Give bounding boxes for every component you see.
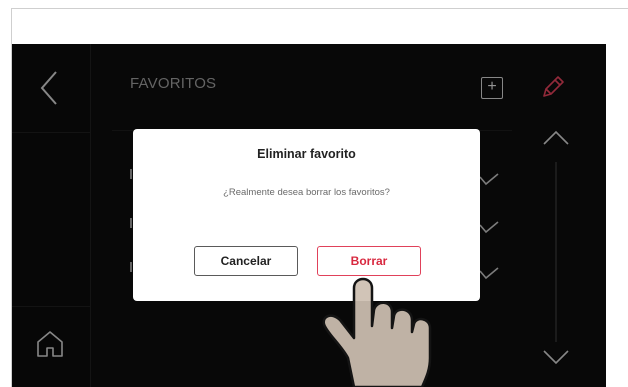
cancel-button[interactable]: Cancelar — [194, 246, 298, 276]
dialog-message: ¿Realmente desea borrar los favoritos? — [223, 187, 390, 198]
pointing-hand-illustration — [322, 277, 432, 387]
dialog-title: Eliminar favorito — [257, 147, 356, 161]
